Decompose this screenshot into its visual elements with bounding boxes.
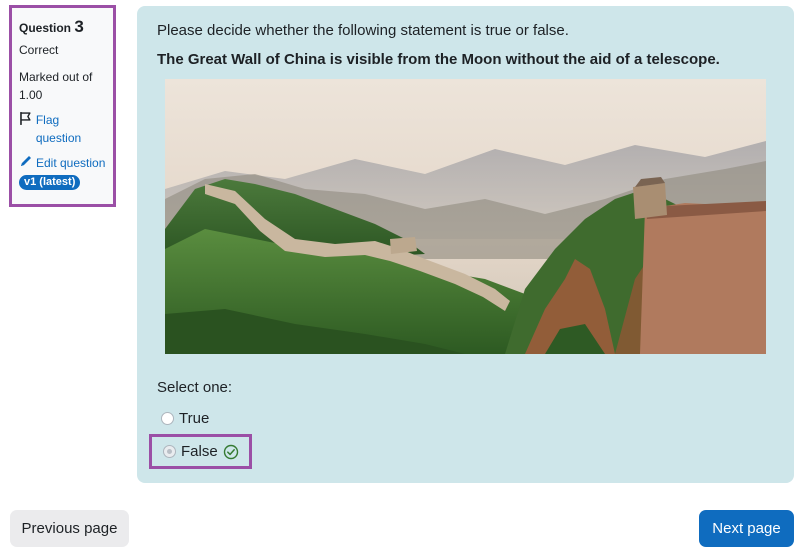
great-wall-photo <box>165 79 766 354</box>
select-one-label: Select one: <box>157 379 233 396</box>
question-grade: Marked out of 1.00 <box>19 70 93 102</box>
flag-question-label: Flag question <box>35 113 82 145</box>
answer-label-false: False <box>181 443 218 460</box>
pencil-icon <box>21 156 31 166</box>
question-statement: The Great Wall of China is visible from … <box>157 51 720 68</box>
question-prompt: Please decide whether the following stat… <box>157 22 569 39</box>
radio-true[interactable] <box>161 412 174 425</box>
question-word: Question <box>19 21 72 35</box>
version-badge: v1 (latest) <box>19 175 81 190</box>
radio-false[interactable] <box>163 445 176 458</box>
answer-option-true[interactable]: True <box>161 410 209 427</box>
edit-question-link[interactable]: Edit question <box>19 154 107 172</box>
next-page-button[interactable]: Next page <box>699 510 794 547</box>
question-content: Please decide whether the following stat… <box>137 6 794 483</box>
question-state: Correct <box>19 43 59 57</box>
answer-option-false[interactable]: False <box>149 434 252 469</box>
correct-check-icon <box>223 444 238 459</box>
flag-question-link[interactable]: Flag question <box>19 111 107 147</box>
flag-icon <box>20 112 31 125</box>
question-number: Question 3 <box>19 16 107 39</box>
question-number-value: 3 <box>74 17 84 36</box>
question-info-panel: Question 3 Correct Marked out of 1.00 Fl… <box>9 5 116 207</box>
edit-question-label: Edit question <box>36 156 106 170</box>
answer-label-true: True <box>179 410 210 427</box>
previous-page-button[interactable]: Previous page <box>10 510 129 547</box>
